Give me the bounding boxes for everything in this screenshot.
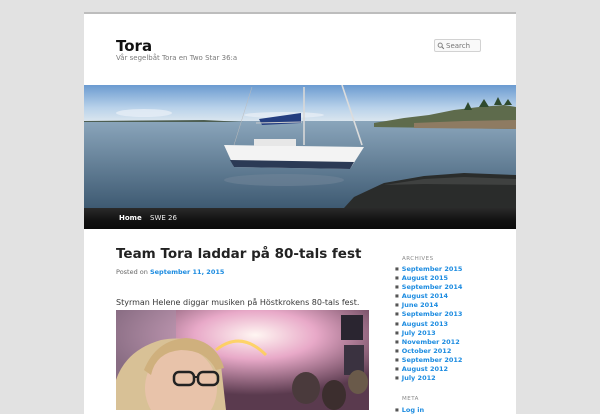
archive-link[interactable]: August 2012 [402,365,448,373]
page: Tora Vår segelbåt Tora en Two Star 36:a [84,12,516,414]
archive-link[interactable]: September 2014 [402,283,463,291]
archive-item: August 2013 [402,320,462,329]
archive-item: October 2012 [402,347,462,356]
archive-link[interactable]: July 2013 [402,329,436,337]
archive-link[interactable]: August 2015 [402,274,448,282]
archive-link[interactable]: June 2014 [402,301,438,309]
archive-link[interactable]: November 2012 [402,338,460,346]
site-description: Vår segelbåt Tora en Two Star 36:a [116,54,238,62]
post-text: Styrman Helene diggar musiken på Höstkro… [116,298,360,307]
search-input[interactable] [445,41,480,50]
archive-item: September 2013 [402,310,463,319]
login-link[interactable]: Log in [402,406,424,414]
archive-link[interactable]: August 2014 [402,292,448,300]
archive-item: September 2015 [402,265,463,274]
main-nav: Home SWE 26 [84,208,516,229]
site-title[interactable]: Tora [116,37,152,55]
archive-item: August 2015 [402,274,462,283]
post-meta: Posted on September 11, 2015 [116,268,224,276]
post-meta-prefix: Posted on [116,268,148,276]
archive-item: November 2012 [402,338,462,347]
nav-item-swe-26[interactable]: SWE 26 [141,208,186,229]
archive-item: June 2014 [402,301,462,310]
archive-item: September 2014 [402,283,463,292]
archive-link[interactable]: July 2012 [402,374,436,382]
archive-item: August 2014 [402,292,462,301]
post-date-link[interactable]: September 11, 2015 [150,268,224,276]
meta-widget-title: META [402,396,419,402]
search-icon [437,42,445,49]
archive-link[interactable]: September 2013 [402,310,463,318]
archive-link[interactable]: September 2015 [402,265,463,273]
archive-item: July 2012 [402,374,462,383]
meta-list: Log in [394,406,424,414]
archive-item: July 2013 [402,329,462,338]
archive-link[interactable]: October 2012 [402,347,452,355]
archive-item: September 2012 [402,356,463,365]
archives-widget-title: ARCHIVES [402,256,434,262]
archive-link[interactable]: August 2013 [402,320,448,328]
post-title[interactable]: Team Tora laddar på 80-tals fest [116,246,361,262]
archives-list: September 2015 August 2015 September 201… [394,265,463,383]
post-photo [116,310,369,410]
header-banner-image [84,85,516,208]
archive-link[interactable]: September 2012 [402,356,463,364]
meta-item: Log in [402,406,424,414]
search-box[interactable] [434,39,481,52]
archive-item: August 2012 [402,365,462,374]
